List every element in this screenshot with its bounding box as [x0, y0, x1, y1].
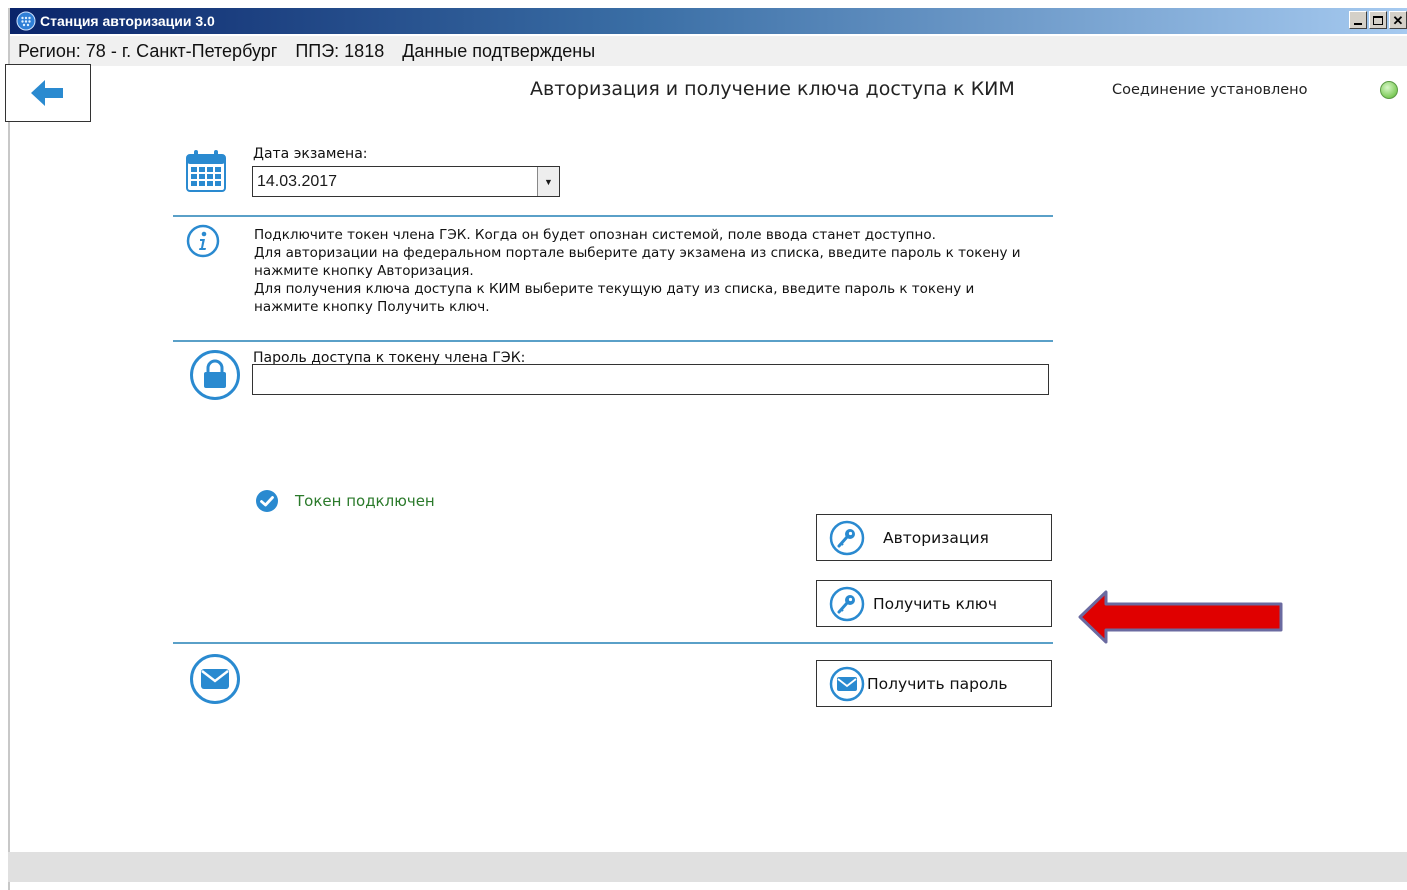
check-circle-icon — [256, 490, 278, 512]
region-text: Регион: 78 - г. Санкт-Петербург — [18, 40, 278, 61]
close-icon: ✕ — [1392, 12, 1404, 28]
envelope-icon — [829, 666, 865, 701]
exam-date-label: Дата экзамена: — [253, 146, 368, 162]
authorize-button-label: Авторизация — [883, 528, 989, 547]
divider — [173, 340, 1053, 342]
window-title: Станция авторизации 3.0 — [40, 13, 215, 29]
arrow-left-icon — [31, 80, 63, 106]
page-title: Авторизация и получение ключа доступа к … — [530, 78, 1015, 100]
envelope-icon — [190, 654, 240, 704]
token-status: Токен подключен — [255, 489, 435, 513]
password-input[interactable] — [252, 364, 1049, 395]
instruction-line: Для авторизации на федеральном портале в… — [254, 245, 1021, 261]
back-button[interactable] — [5, 64, 91, 122]
get-password-button[interactable]: Получить пароль — [816, 660, 1052, 707]
exam-date-value: 14.03.2017 — [257, 173, 338, 190]
bottom-status-bar — [8, 852, 1407, 882]
key-icon — [829, 586, 865, 621]
exam-date-select[interactable]: 14.03.2017 ▼ — [252, 166, 560, 197]
divider — [173, 215, 1053, 217]
connection-indicator — [1380, 81, 1398, 99]
divider — [173, 642, 1053, 644]
calendar-icon — [186, 150, 226, 192]
lock-icon — [190, 350, 240, 400]
get-key-button-label: Получить ключ — [873, 594, 998, 613]
ppe-text: ППЭ: 1818 — [295, 40, 385, 61]
app-window: Станция авторизации 3.0 ✕ Регион: 78 - г… — [8, 8, 1407, 890]
instruction-line: Подключите токен члена ГЭК. Когда он буд… — [254, 227, 936, 243]
get-password-button-label: Получить пароль — [867, 674, 1008, 693]
token-status-text: Токен подключен — [295, 492, 435, 510]
minimize-icon — [1354, 23, 1362, 25]
maximize-button[interactable] — [1369, 11, 1387, 29]
data-status-text: Данные подтверждены — [402, 40, 596, 61]
window-controls: ✕ — [1347, 11, 1407, 29]
minimize-button[interactable] — [1349, 11, 1367, 29]
close-button[interactable]: ✕ — [1389, 11, 1407, 29]
instruction-line: нажмите кнопку Получить ключ. — [254, 299, 490, 315]
maximize-icon — [1373, 15, 1383, 25]
dropdown-arrow-icon[interactable]: ▼ — [537, 167, 559, 196]
title-bar: Станция авторизации 3.0 ✕ — [10, 8, 1407, 34]
get-key-button[interactable]: Получить ключ — [816, 580, 1052, 627]
info-icon — [186, 224, 220, 258]
instruction-line: Для получения ключа доступа к КИМ выбери… — [254, 281, 975, 297]
instruction-line: нажмите кнопку Авторизация. — [254, 263, 474, 279]
authorize-button[interactable]: Авторизация — [816, 514, 1052, 561]
globe-icon — [16, 11, 36, 31]
connection-status-text: Соединение установлено — [1112, 82, 1308, 98]
key-icon — [829, 520, 865, 555]
instructions-text: Подключите токен члена ГЭК. Когда он буд… — [254, 226, 1054, 316]
info-bar: Регион: 78 - г. Санкт-Петербург ППЭ: 181… — [10, 36, 1407, 66]
annotation-arrow-icon — [1078, 590, 1283, 644]
